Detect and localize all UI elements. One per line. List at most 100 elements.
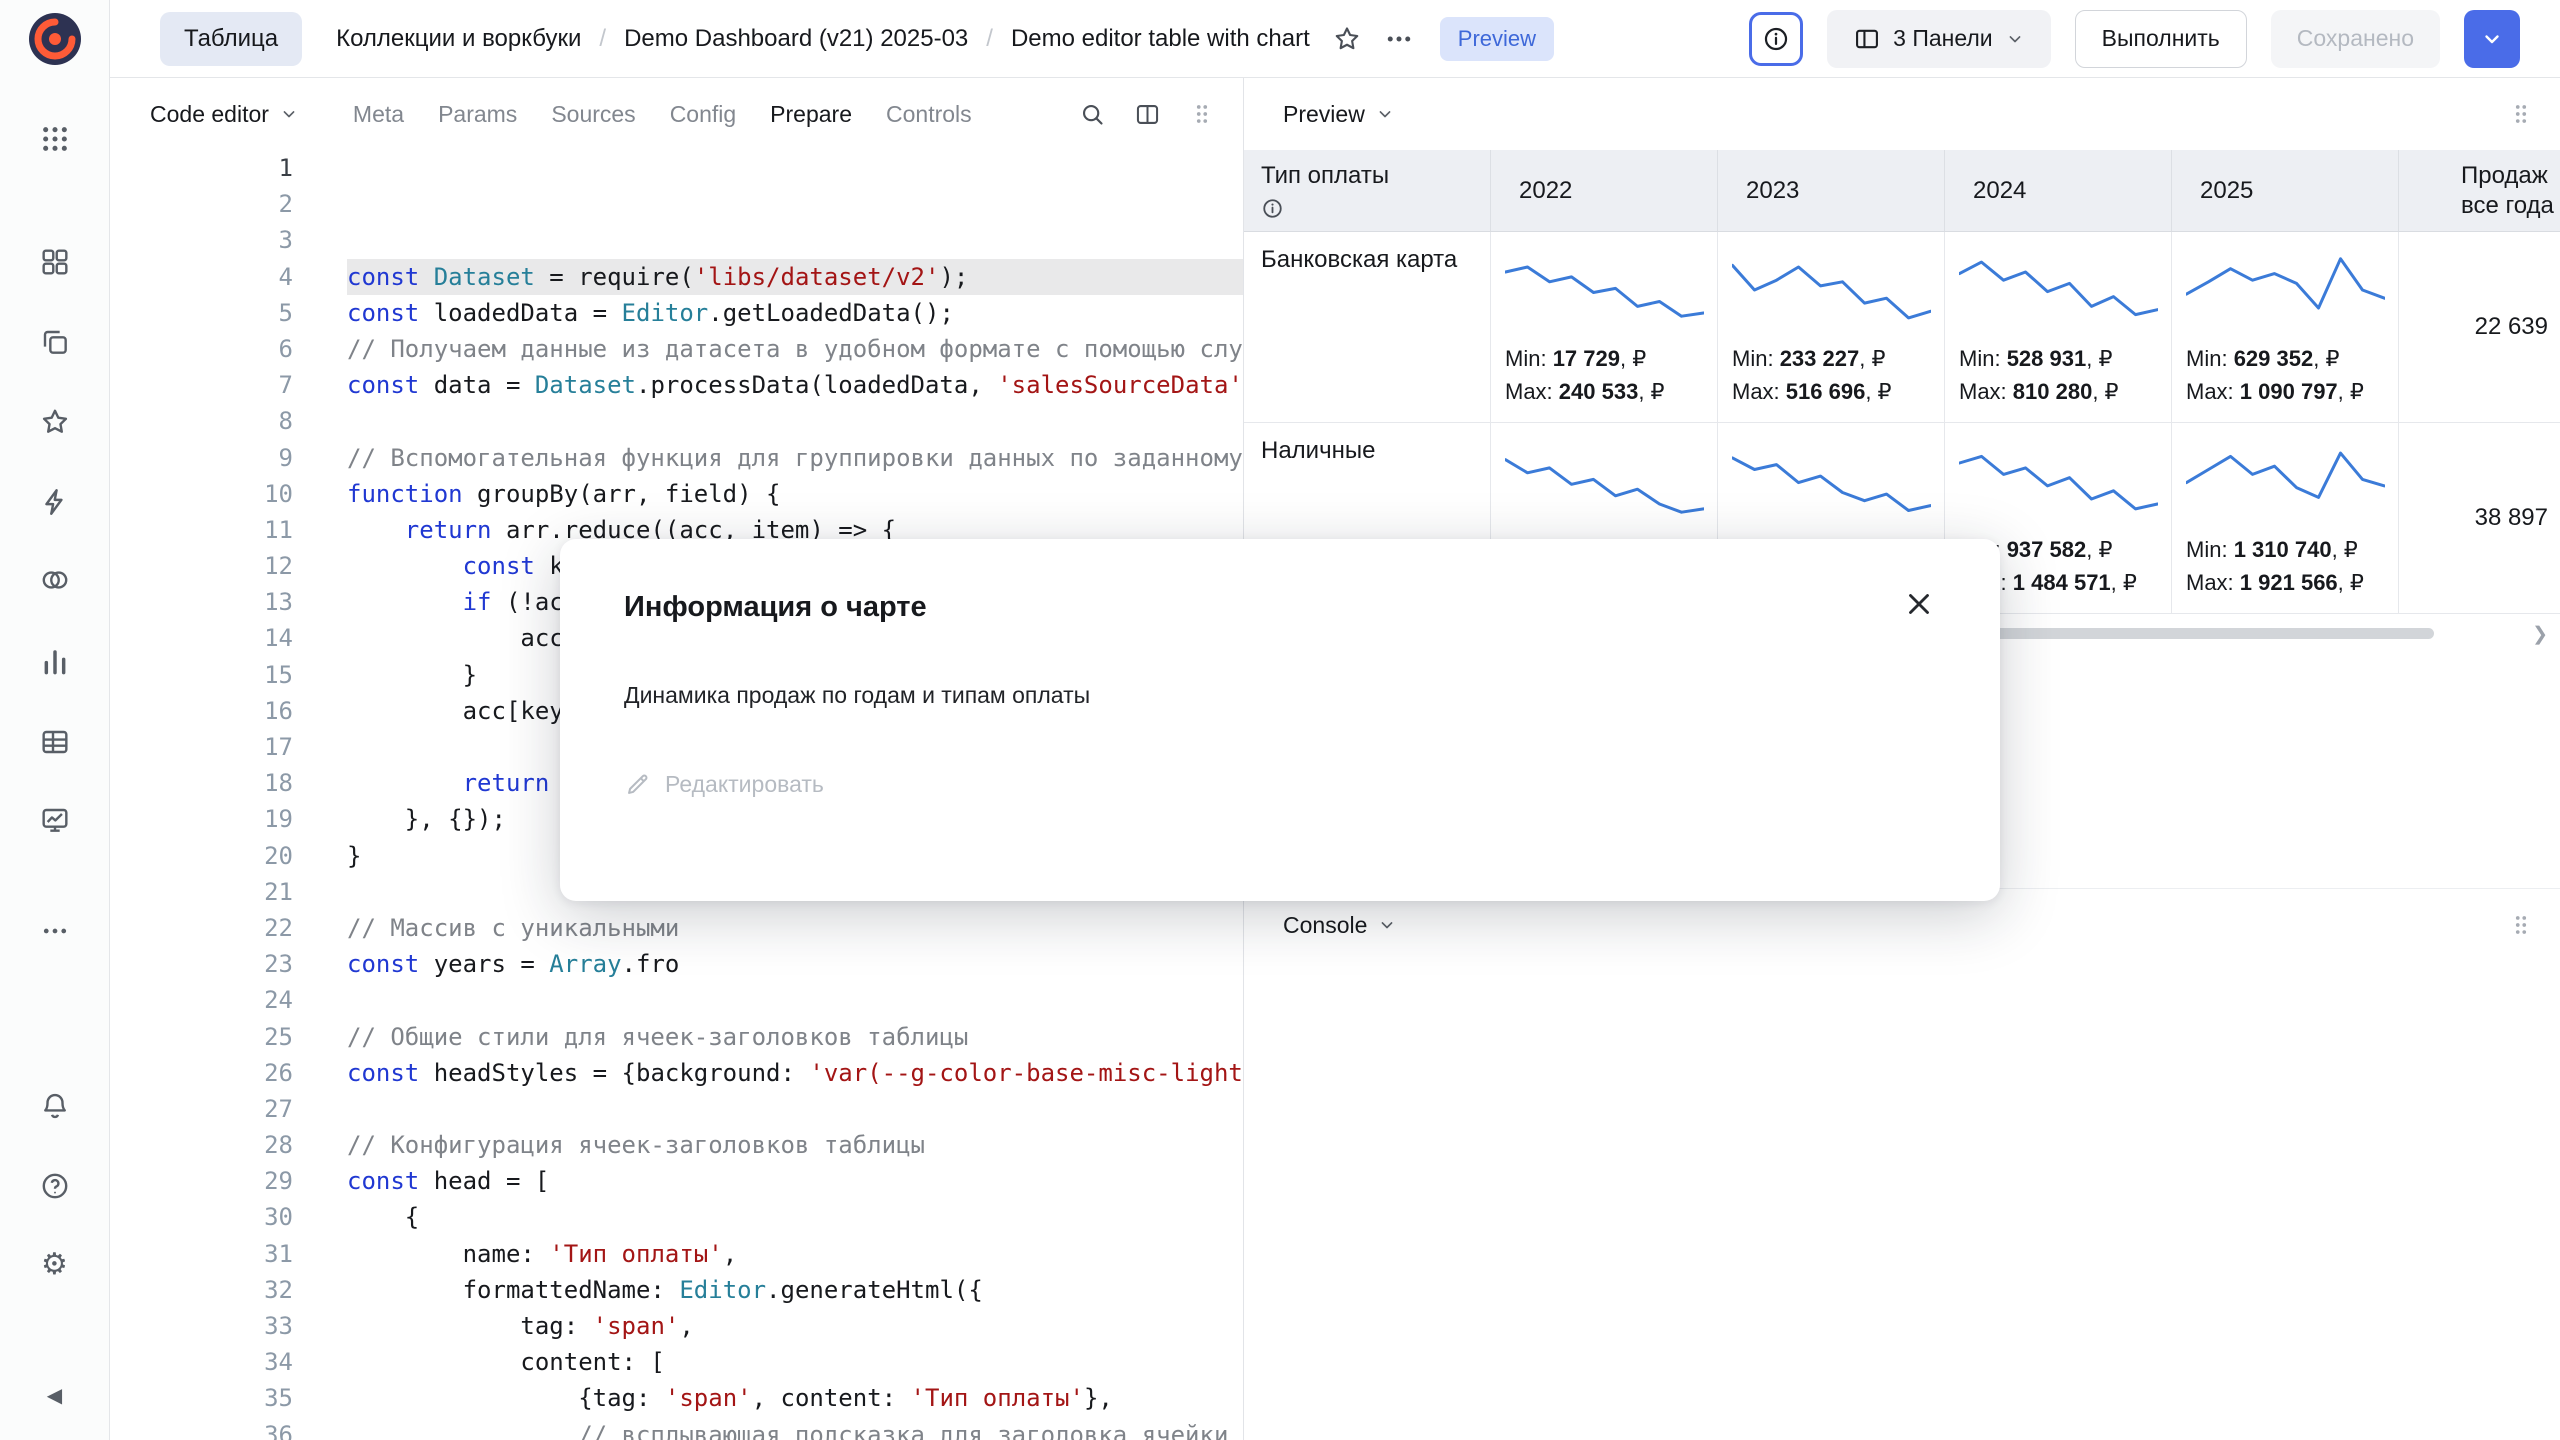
favorites-icon[interactable] [33, 400, 77, 444]
saved-button[interactable]: Сохранено [2271, 10, 2440, 68]
year-column-header: 2024 [1945, 150, 2172, 231]
payment-type-column-header: Тип оплаты [1244, 150, 1491, 231]
chevron-down-icon [2480, 27, 2504, 51]
row-label: Банковская карта [1244, 232, 1491, 422]
editor-title-label: Code editor [150, 101, 269, 128]
modal-description: Динамика продаж по годам и типам оплаты [624, 682, 1936, 709]
run-button[interactable]: Выполнить [2075, 10, 2247, 68]
tab-params[interactable]: Params [438, 101, 517, 128]
sparkline-cell: Min: 629 352, ₽Max: 1 090 797, ₽ [2172, 232, 2399, 422]
tab-sources[interactable]: Sources [551, 101, 635, 128]
panels-icon [1853, 25, 1881, 53]
chevron-down-icon [279, 104, 299, 124]
save-dropdown-button[interactable] [2464, 10, 2520, 68]
editor-tabs: Meta Params Sources Config Prepare Contr… [353, 101, 972, 128]
tab-config[interactable]: Config [670, 101, 736, 128]
breadcrumb-workbook[interactable]: Demo Dashboard (v21) 2025-03 [624, 25, 968, 53]
apps-grid-icon[interactable] [33, 117, 77, 161]
charts-icon[interactable] [33, 640, 77, 684]
sparkline-chart [1959, 433, 2158, 529]
close-icon[interactable] [1902, 587, 1936, 621]
tab-meta[interactable]: Meta [353, 101, 404, 128]
sparkline-chart [1505, 433, 1704, 529]
datalens-logo[interactable] [29, 13, 81, 65]
split-view-icon[interactable] [1134, 101, 1161, 128]
sparkline-cell: Min: 1 310 740, ₽Max: 1 921 566, ₽ [2172, 423, 2399, 613]
topbar-actions: 3 Панели Выполнить Сохранено [1749, 10, 2520, 68]
preview-badge: Preview [1440, 17, 1554, 61]
total-header-line1: Продаж [2461, 161, 2560, 191]
editor-header: Code editor Meta Params Sources Config P… [110, 78, 1243, 150]
connections-icon[interactable] [33, 480, 77, 524]
scroll-right-icon[interactable]: ❯ [2532, 623, 2548, 646]
row-total: 22 639 [2399, 232, 2560, 422]
total-header-line2: все года [2461, 191, 2560, 221]
collapse-sidebar-icon[interactable]: ◀ [33, 1373, 77, 1417]
sparkline-chart [2186, 242, 2385, 338]
notifications-bell-icon[interactable] [33, 1084, 77, 1128]
modal-title: Информация о чарте [624, 591, 927, 624]
top-bar: Таблица Коллекции и воркбуки / Demo Dash… [110, 0, 2560, 78]
entry-more-icon[interactable] [1384, 24, 1414, 54]
help-icon[interactable] [33, 1164, 77, 1208]
breadcrumb-separator: / [986, 25, 993, 53]
tables-icon[interactable] [33, 720, 77, 764]
table-row: Банковская картаMin: 17 729, ₽Max: 240 5… [1244, 232, 2560, 423]
breadcrumb-collections[interactable]: Коллекции и воркбуки [336, 25, 581, 53]
search-icon[interactable] [1079, 101, 1106, 128]
total-column-header: Продаж все года [2399, 150, 2560, 231]
table-header-row: Тип оплаты 2022202320242025 Продаж все г… [1244, 150, 2560, 232]
chevron-down-icon [1377, 915, 1397, 935]
more-icon[interactable] [33, 909, 77, 953]
row-total: 38 897 [2399, 423, 2560, 613]
edit-button-label: Редактировать [665, 771, 824, 798]
sparkline-chart [1959, 242, 2158, 338]
year-column-header: 2023 [1718, 150, 1945, 231]
favorite-star-icon[interactable] [1332, 24, 1362, 54]
preview-header: Preview [1244, 78, 2560, 150]
chart-info-modal: Информация о чарте Динамика продаж по го… [560, 539, 2000, 901]
preview-title-label: Preview [1283, 101, 1365, 128]
console-title-dropdown[interactable]: Console [1283, 912, 1397, 939]
chevron-down-icon [2005, 29, 2025, 49]
modal-header: Информация о чарте [624, 591, 1936, 624]
editor-tools [1079, 101, 1215, 128]
collections-icon[interactable] [33, 320, 77, 364]
sparkline-chart [1732, 433, 1931, 529]
year-column-header: 2025 [2172, 150, 2399, 231]
sparkline-cell: Min: 17 729, ₽Max: 240 533, ₽ [1491, 232, 1718, 422]
sparkline-cell: Min: 528 931, ₽Max: 810 280, ₽ [1945, 232, 2172, 422]
sparkline-chart [2186, 433, 2385, 529]
panels-button-label: 3 Панели [1893, 25, 1993, 52]
chart-info-button[interactable] [1749, 12, 1803, 66]
preview-title-dropdown[interactable]: Preview [1283, 101, 1395, 128]
entity-tab-table[interactable]: Таблица [160, 12, 302, 66]
tab-prepare[interactable]: Prepare [770, 101, 852, 128]
chevron-down-icon [1375, 104, 1395, 124]
drag-handle-icon[interactable] [1189, 101, 1215, 127]
widgets-icon[interactable] [33, 240, 77, 284]
editor-gutter: 1234567891011121314151617181920212223242… [110, 150, 339, 1440]
panels-layout-button[interactable]: 3 Панели [1827, 10, 2051, 68]
dashboards-icon[interactable] [33, 798, 77, 842]
sparkline-chart [1732, 242, 1931, 338]
year-column-header: 2022 [1491, 150, 1718, 231]
datasets-icon[interactable] [33, 558, 77, 602]
breadcrumb-current-entry[interactable]: Demo editor table with chart [1011, 25, 1310, 53]
tooltip-info-icon[interactable] [1261, 197, 1284, 220]
drag-handle-icon[interactable] [2508, 912, 2534, 938]
console-title-label: Console [1283, 912, 1367, 939]
sparkline-cell: Min: 233 227, ₽Max: 516 696, ₽ [1718, 232, 1945, 422]
left-rail: ⚙ ◀ [0, 0, 110, 1440]
pencil-icon [624, 771, 651, 798]
breadcrumb-separator: / [599, 25, 606, 53]
tab-controls[interactable]: Controls [886, 101, 972, 128]
info-icon [1762, 25, 1790, 53]
settings-gear-icon[interactable]: ⚙ [33, 1242, 77, 1286]
sparkline-chart [1505, 242, 1704, 338]
payment-type-header-label: Тип оплаты [1261, 162, 1389, 190]
breadcrumb: Коллекции и воркбуки / Demo Dashboard (v… [336, 25, 1310, 53]
drag-handle-icon[interactable] [2508, 101, 2534, 127]
edit-button[interactable]: Редактировать [624, 771, 1936, 798]
editor-title-dropdown[interactable]: Code editor [150, 101, 299, 128]
